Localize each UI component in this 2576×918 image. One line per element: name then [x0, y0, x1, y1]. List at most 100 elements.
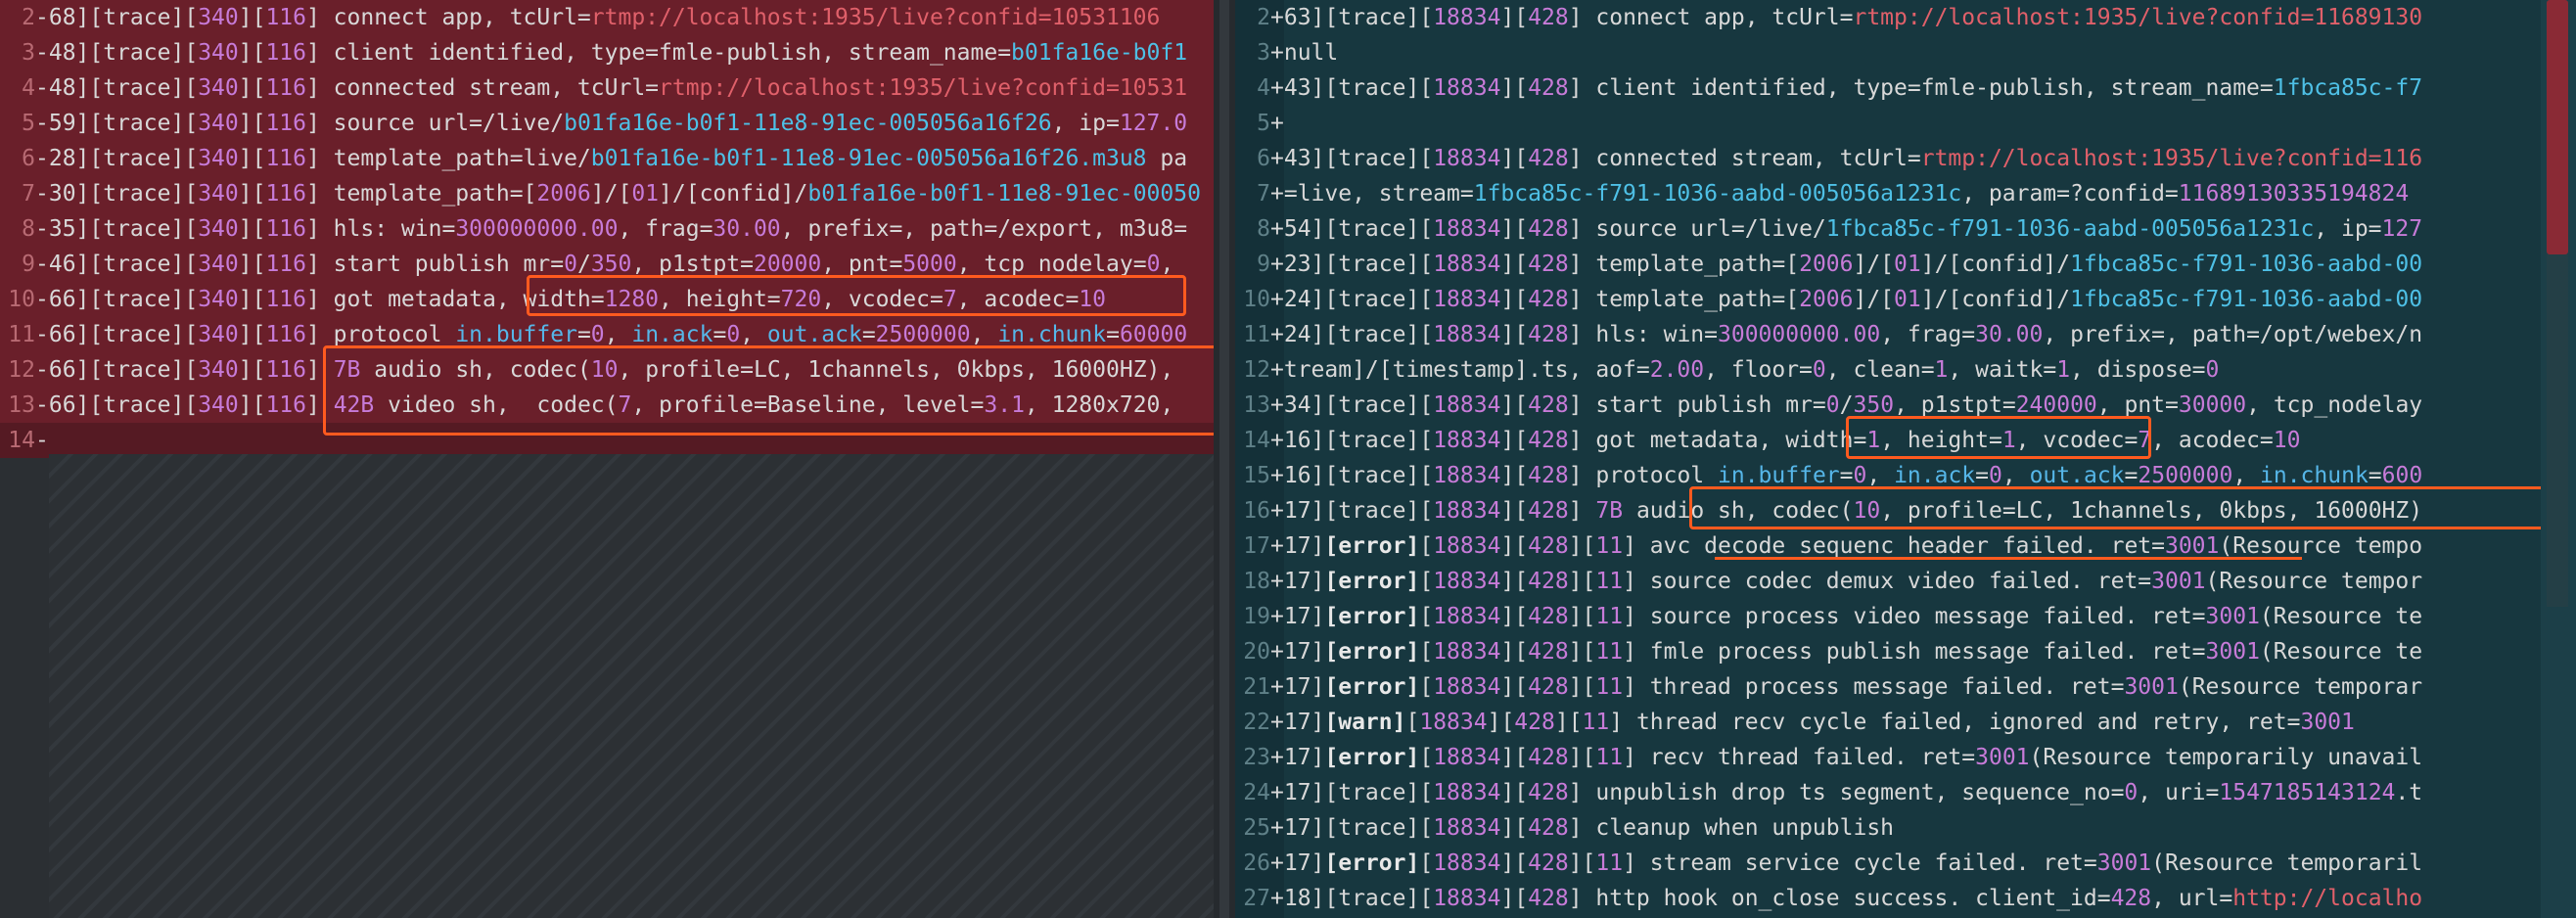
log-token: [trace]: [89, 75, 185, 101]
log-token: ][: [1500, 604, 1529, 629]
log-token: [trace]: [1324, 463, 1420, 488]
log-token: +43]: [1270, 75, 1325, 101]
left-diff-line: 8-35][trace][340][116] hls: win=30000000…: [0, 211, 1214, 247]
log-token: 11: [1582, 710, 1610, 735]
log-token: 18834: [1433, 604, 1501, 629]
log-token: +17]: [1270, 674, 1325, 700]
log-token: in.buffer: [1718, 463, 1840, 488]
log-token: [: [184, 392, 199, 418]
log-token: 3001: [2164, 533, 2220, 559]
left-scrollbar-track[interactable]: [1219, 0, 1229, 918]
log-token: +18]: [1270, 886, 1325, 911]
log-token: [trace]: [1324, 322, 1420, 347]
log-token: ][: [1568, 533, 1596, 559]
log-token: ][: [1568, 674, 1596, 700]
right-diff-line: 10+24][trace][18834][428] template_path=…: [1235, 282, 2576, 317]
scrollbar-thumb[interactable]: [2547, 0, 2568, 254]
log-token: [: [1419, 75, 1434, 101]
log-token: 0: [1825, 392, 1840, 418]
log-token: http://localho: [2232, 886, 2423, 911]
line-number: 8: [22, 216, 35, 242]
left-diff-pane[interactable]: 2-68][trace][340][116] connect app, tcUr…: [0, 0, 1214, 918]
log-token: 3001: [2205, 639, 2260, 665]
left-diff-line: 5-59][trace][340][116] source url=/live/…: [0, 106, 1214, 141]
log-token: ][: [238, 252, 266, 277]
line-number: 5: [1257, 111, 1270, 136]
log-token: [trace]: [89, 181, 185, 207]
log-token: ][: [238, 5, 266, 30]
log-token: 1fbca85c-f791-1036-aabd-005056a1231c: [1473, 181, 1962, 207]
log-token: 18834: [1433, 322, 1501, 347]
log-token: 01: [1894, 252, 1921, 277]
log-token: 0: [1989, 463, 2002, 488]
log-token: out.ack: [2029, 463, 2125, 488]
log-token: ] start publish mr=: [305, 252, 565, 277]
log-token: =: [861, 322, 876, 347]
log-token: 2500000: [2138, 463, 2233, 488]
log-token: 340: [198, 111, 239, 136]
right-scrollbar[interactable]: [2541, 0, 2576, 918]
log-token: 18834: [1433, 533, 1501, 559]
log-token: [trace]: [1324, 886, 1420, 911]
log-token: [trace]: [1324, 5, 1420, 30]
log-token: -30]: [35, 181, 90, 207]
right-diff-line: 8+54][trace][18834][428] source url=/liv…: [1235, 211, 2576, 247]
log-token: ]/[confid]/: [1920, 252, 2071, 277]
log-token: +=live, stream=: [1270, 181, 1474, 207]
log-token: [: [184, 40, 199, 66]
pane-divider[interactable]: [1214, 0, 1235, 918]
right-diff-pane[interactable]: 2+63][trace][18834][428] connect app, tc…: [1235, 0, 2576, 918]
log-token: =: [1839, 463, 1854, 488]
log-token: [error]: [1324, 745, 1420, 770]
log-token: ] connected stream, tcUrl=: [1568, 146, 1921, 171]
log-token: -66]: [35, 287, 90, 312]
log-token: , p1stpt=: [631, 252, 754, 277]
log-token: ][: [238, 40, 266, 66]
line-number: 2: [22, 5, 35, 30]
log-token: [trace]: [89, 40, 185, 66]
log-token: ] client identified, type=fmle-publish, …: [305, 40, 1012, 66]
log-token: 428: [1528, 322, 1569, 347]
log-token: =: [713, 322, 727, 347]
log-token: , ip=: [1051, 111, 1120, 136]
log-token: 428: [1528, 533, 1569, 559]
log-token: 428: [1528, 146, 1569, 171]
log-token: ] source url=/live/: [305, 111, 565, 136]
log-token: 116: [265, 181, 306, 207]
highlight-audio-sh-right: [1689, 486, 2562, 529]
log-token: ,: [1160, 252, 1174, 277]
log-token: 1: [2056, 357, 2071, 383]
log-token: =: [2368, 463, 2382, 488]
log-token: ][: [1500, 569, 1529, 594]
log-token: 18834: [1433, 463, 1501, 488]
log-token: ][: [1568, 604, 1596, 629]
log-token: 18834: [1433, 252, 1501, 277]
log-token: , tcp_nodelay=: [956, 252, 1147, 277]
line-number: 19: [1243, 604, 1270, 629]
log-token: [: [1419, 604, 1434, 629]
log-token: , dispose=: [2070, 357, 2206, 383]
log-token: ][: [1568, 569, 1596, 594]
log-token: 116: [265, 322, 306, 347]
log-token: +63]: [1270, 5, 1325, 30]
log-token: 3001: [2124, 674, 2179, 700]
log-token: ][: [1500, 850, 1529, 876]
log-token: , waitk=: [1948, 357, 2057, 383]
log-token: 116: [265, 5, 306, 30]
line-number: 6: [1257, 146, 1270, 171]
log-token: 340: [198, 75, 239, 101]
log-token: =: [1975, 463, 1990, 488]
log-token: 127: [2381, 216, 2423, 242]
log-token: ][: [1500, 745, 1529, 770]
log-token: ] protocol: [305, 322, 456, 347]
log-token: [error]: [1324, 604, 1420, 629]
log-token: [: [184, 252, 199, 277]
log-token: 11: [1595, 639, 1624, 665]
log-token: 428: [1528, 604, 1569, 629]
log-token: 18834: [1433, 5, 1501, 30]
line-number: 9: [22, 252, 35, 277]
log-token: 18834: [1433, 146, 1501, 171]
log-token: ][: [1554, 710, 1583, 735]
log-token: ][: [1500, 639, 1529, 665]
log-token: [trace]: [89, 287, 185, 312]
